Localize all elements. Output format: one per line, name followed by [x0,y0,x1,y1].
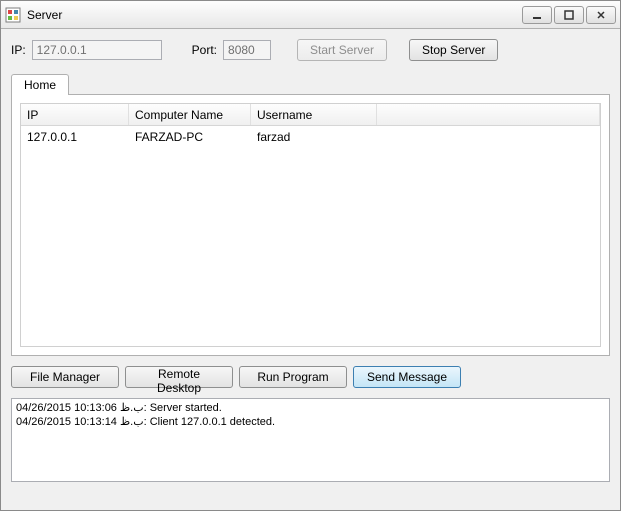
table-row[interactable]: 127.0.0.1 FARZAD-PC farzad [21,126,600,148]
col-ip[interactable]: IP [21,104,129,125]
listview-header: IP Computer Name Username [21,104,600,126]
cell-ip: 127.0.0.1 [21,130,129,144]
tabstrip: Home [11,73,610,94]
port-input [223,40,271,60]
window-controls [522,6,616,24]
ip-input [32,40,162,60]
col-spacer [377,104,600,125]
start-server-button: Start Server [297,39,387,61]
file-manager-button[interactable]: File Manager [11,366,119,388]
minimize-button[interactable] [522,6,552,24]
ip-label: IP: [11,43,26,57]
action-row: File Manager Remote Desktop Run Program … [11,366,610,388]
tab-page-home: IP Computer Name Username 127.0.0.1 FARZ… [11,94,610,356]
window-title: Server [27,8,522,22]
run-program-button[interactable]: Run Program [239,366,347,388]
cell-user: farzad [251,130,377,144]
client-area: IP: Port: Start Server Stop Server Home … [1,29,620,482]
close-button[interactable] [586,6,616,24]
send-message-button[interactable]: Send Message [353,366,461,388]
titlebar[interactable]: Server [1,1,620,29]
col-username[interactable]: Username [251,104,377,125]
remote-desktop-button[interactable]: Remote Desktop [125,366,233,388]
log-textbox[interactable]: 04/26/2015 10:13:06 ب.ظ: Server started.… [11,398,610,482]
maximize-button[interactable] [554,6,584,24]
clients-listview[interactable]: IP Computer Name Username 127.0.0.1 FARZ… [20,103,601,347]
log-line: 04/26/2015 10:13:06 ب.ظ: Server started. [16,402,222,414]
col-computer-name[interactable]: Computer Name [129,104,251,125]
stop-server-button[interactable]: Stop Server [409,39,498,61]
cell-computer: FARZAD-PC [129,130,251,144]
tab-home[interactable]: Home [11,74,69,95]
app-icon [5,7,21,23]
log-line: 04/26/2015 10:13:14 ب.ظ: Client 127.0.0.… [16,416,275,428]
port-label: Port: [192,43,217,57]
connection-row: IP: Port: Start Server Stop Server [11,39,610,61]
main-window: Server IP: Port: Start Server Stop Serve… [0,0,621,511]
